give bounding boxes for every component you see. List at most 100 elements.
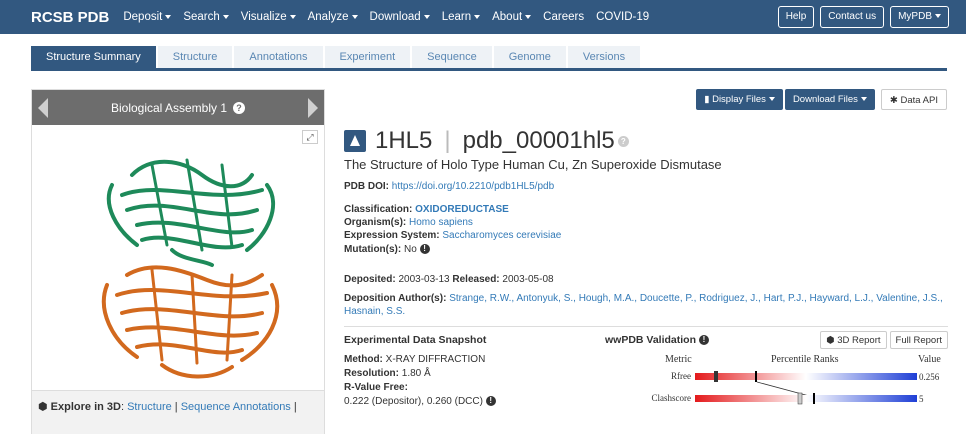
section-divider [344, 326, 948, 327]
file-icon: ▮ [704, 94, 710, 105]
organism-link[interactable]: Homo sapiens [409, 217, 473, 228]
explore-3d-bar: ⬢ Explore in 3D: Structure | Sequence An… [32, 390, 324, 434]
rfree-gradient-bar [695, 373, 917, 380]
cube-icon: ⬢ [38, 401, 48, 413]
nav-visualize[interactable]: Visualize [241, 11, 296, 23]
caret-down-icon [860, 97, 867, 102]
validation-title: wwPDB Validation ! [605, 334, 709, 346]
top-navbar: RCSB PDB Deposit Search Visualize Analyz… [0, 0, 966, 34]
tab-genome[interactable]: Genome [493, 46, 566, 68]
snapshot-title: Experimental Data Snapshot [344, 334, 487, 346]
dates-line: Deposited: 2003-03-13 Released: 2003-05-… [344, 274, 554, 285]
doi-line: PDB DOI: https://doi.org/10.2210/pdb1HL5… [344, 181, 555, 192]
help-circle-icon[interactable]: ? [233, 101, 246, 114]
nav-covid19[interactable]: COVID-19 [596, 11, 649, 23]
help-button[interactable]: Help [777, 6, 815, 28]
classification-link[interactable]: OXIDOREDUCTASE [415, 204, 509, 215]
rfree-label-line: R-Value Free: [344, 382, 408, 393]
info-icon[interactable]: ? [617, 135, 629, 147]
resolution-line: Resolution: 1.80 Å [344, 368, 431, 379]
viewer-header: Biological Assembly 1 ? [32, 90, 324, 125]
expression-line: Expression System: Saccharomyces cerevis… [344, 230, 562, 241]
caret-down-icon [351, 14, 358, 19]
molecule-image[interactable] [92, 135, 292, 395]
col-ranks-label: Percentile Ranks [771, 354, 839, 365]
next-arrow-icon[interactable] [308, 98, 318, 118]
flask-icon [344, 130, 366, 152]
tab-bar: Structure Summary Structure Annotations … [31, 46, 947, 71]
expression-link[interactable]: Saccharomyces cerevisiae [442, 230, 561, 241]
nav-deposit[interactable]: Deposit [123, 11, 172, 23]
info-circle-icon[interactable]: ! [698, 335, 709, 346]
tab-structure[interactable]: Structure [157, 46, 233, 68]
tab-experiment[interactable]: Experiment [324, 46, 411, 68]
structure-viewer: Biological Assembly 1 ? ⤢ ⬢ Explore in 3… [31, 89, 325, 434]
caret-down-icon [935, 14, 941, 19]
caret-down-icon [423, 14, 430, 19]
rfree-value: 0.256 [919, 372, 940, 382]
expand-icon[interactable]: ⤢ [302, 130, 318, 144]
tab-versions[interactable]: Versions [567, 46, 641, 68]
classification-line: Classification: OXIDOREDUCTASE [344, 204, 509, 215]
metric-clashscore-label: Clashscore [652, 393, 692, 403]
assembly-title: Biological Assembly 1 [110, 100, 228, 115]
report-buttons: ⬢ 3D Report Full Report [820, 331, 948, 349]
mutation-line: Mutation(s): No ! [344, 244, 430, 255]
prev-arrow-icon[interactable] [38, 98, 48, 118]
method-line: Method: X-RAY DIFFRACTION [344, 354, 486, 365]
file-buttons: ▮ Display Files Download Files ✱ Data AP… [696, 89, 947, 110]
nav-about[interactable]: About [492, 11, 532, 23]
pdb-extended-id: pdb_00001hl5 [462, 127, 615, 154]
info-circle-icon[interactable]: ! [419, 244, 430, 255]
organism-line: Organism(s): Homo sapiens [344, 217, 473, 228]
display-files-button[interactable]: ▮ Display Files [696, 89, 783, 110]
clashscore-relative-marker [813, 393, 815, 404]
caret-down-icon [165, 14, 172, 19]
released-date: 2003-05-08 [502, 274, 554, 285]
caret-down-icon [768, 97, 775, 102]
nav-analyze[interactable]: Analyze [308, 11, 358, 23]
clashscore-value: 5 [919, 394, 924, 404]
connector-line [756, 381, 814, 398]
tab-annotations[interactable]: Annotations [234, 46, 323, 68]
explore-sequence-link[interactable]: Sequence Annotations [181, 401, 291, 413]
rfree-values-line: 0.222 (Depositor), 0.260 (DCC) ! [344, 396, 496, 407]
nav-download[interactable]: Download [370, 11, 430, 23]
doi-link[interactable]: https://doi.org/10.2210/pdb1HL5/pdb [392, 181, 554, 192]
explore-structure-link[interactable]: Structure [127, 401, 172, 413]
3d-report-button[interactable]: ⬢ 3D Report [820, 331, 887, 349]
validation-slider-chart[interactable]: Metric Percentile Ranks Value Rfree 0.25… [605, 352, 950, 412]
metric-rfree-label: Rfree [671, 371, 691, 381]
explore-label: Explore in 3D [50, 401, 121, 413]
col-metric-label: Metric [665, 354, 692, 365]
info-circle-icon[interactable]: ! [485, 396, 496, 407]
rfree-relative-marker [755, 371, 757, 382]
caret-down-icon [289, 14, 296, 19]
col-value-label: Value [918, 354, 941, 365]
page-title: 1HL5 | pdb_00001hl5 ? [344, 125, 629, 157]
full-report-button[interactable]: Full Report [889, 331, 948, 349]
mypdb-button[interactable]: MyPDB [890, 6, 949, 28]
clashscore-marker [797, 392, 803, 405]
contact-button[interactable]: Contact us [820, 6, 885, 28]
brand-logo[interactable]: RCSB PDB [31, 9, 109, 26]
nav-buttons: Help Contact us MyPDB [777, 6, 949, 28]
authors-line: Deposition Author(s): Strange, R.W., Ant… [344, 293, 943, 317]
entry-title: The Structure of Holo Type Human Cu, Zn … [344, 157, 722, 172]
nav-search[interactable]: Search [183, 11, 229, 23]
tab-structure-summary[interactable]: Structure Summary [31, 46, 156, 68]
tab-sequence[interactable]: Sequence [412, 46, 492, 68]
caret-down-icon [474, 14, 481, 19]
gear-icon: ✱ [889, 95, 898, 106]
deposited-date: 2003-03-13 [398, 274, 450, 285]
caret-down-icon [222, 14, 229, 19]
data-api-button[interactable]: ✱ Data API [880, 89, 947, 110]
clashscore-gradient-bar [695, 395, 917, 402]
cube-icon: ⬢ [826, 335, 835, 346]
nav-learn[interactable]: Learn [442, 11, 481, 23]
entry-id: 1HL5 [375, 127, 433, 154]
download-files-button[interactable]: Download Files [784, 89, 875, 110]
rfree-marker [714, 371, 718, 382]
nav-careers[interactable]: Careers [543, 11, 584, 23]
caret-down-icon [525, 14, 532, 19]
